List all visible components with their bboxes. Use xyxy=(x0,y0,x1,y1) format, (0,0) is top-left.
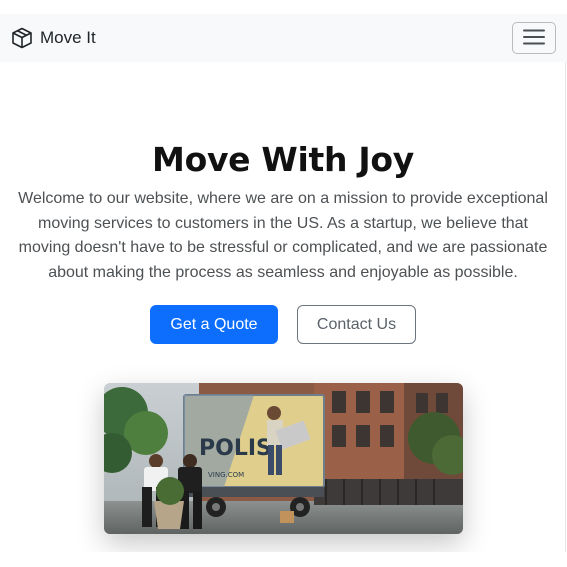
hamburger-menu-icon xyxy=(522,27,546,50)
hero-title: Move With Joy xyxy=(152,140,414,179)
navbar: Move It xyxy=(0,14,567,62)
top-margin xyxy=(0,0,567,14)
get-quote-button[interactable]: Get a Quote xyxy=(150,305,278,344)
navbar-toggle-button[interactable] xyxy=(512,22,556,54)
bottom-margin xyxy=(0,552,567,567)
contact-us-button[interactable]: Contact Us xyxy=(297,305,416,344)
hero-image: POLIS VING.COM xyxy=(104,383,463,534)
box-icon xyxy=(10,26,34,50)
svg-text:VING.COM: VING.COM xyxy=(208,471,244,479)
hero-buttons: Get a Quote Contact Us xyxy=(0,305,566,344)
hero-description: Welcome to our website, where we are on … xyxy=(18,190,548,281)
page: Move It Move With Joy Welcome to our web… xyxy=(0,0,567,567)
brand-link[interactable]: Move It xyxy=(10,26,96,50)
brand-name: Move It xyxy=(40,28,96,47)
hero-section: Move With Joy Welcome to our website, wh… xyxy=(0,62,566,552)
svg-text:POLIS: POLIS xyxy=(199,436,272,461)
